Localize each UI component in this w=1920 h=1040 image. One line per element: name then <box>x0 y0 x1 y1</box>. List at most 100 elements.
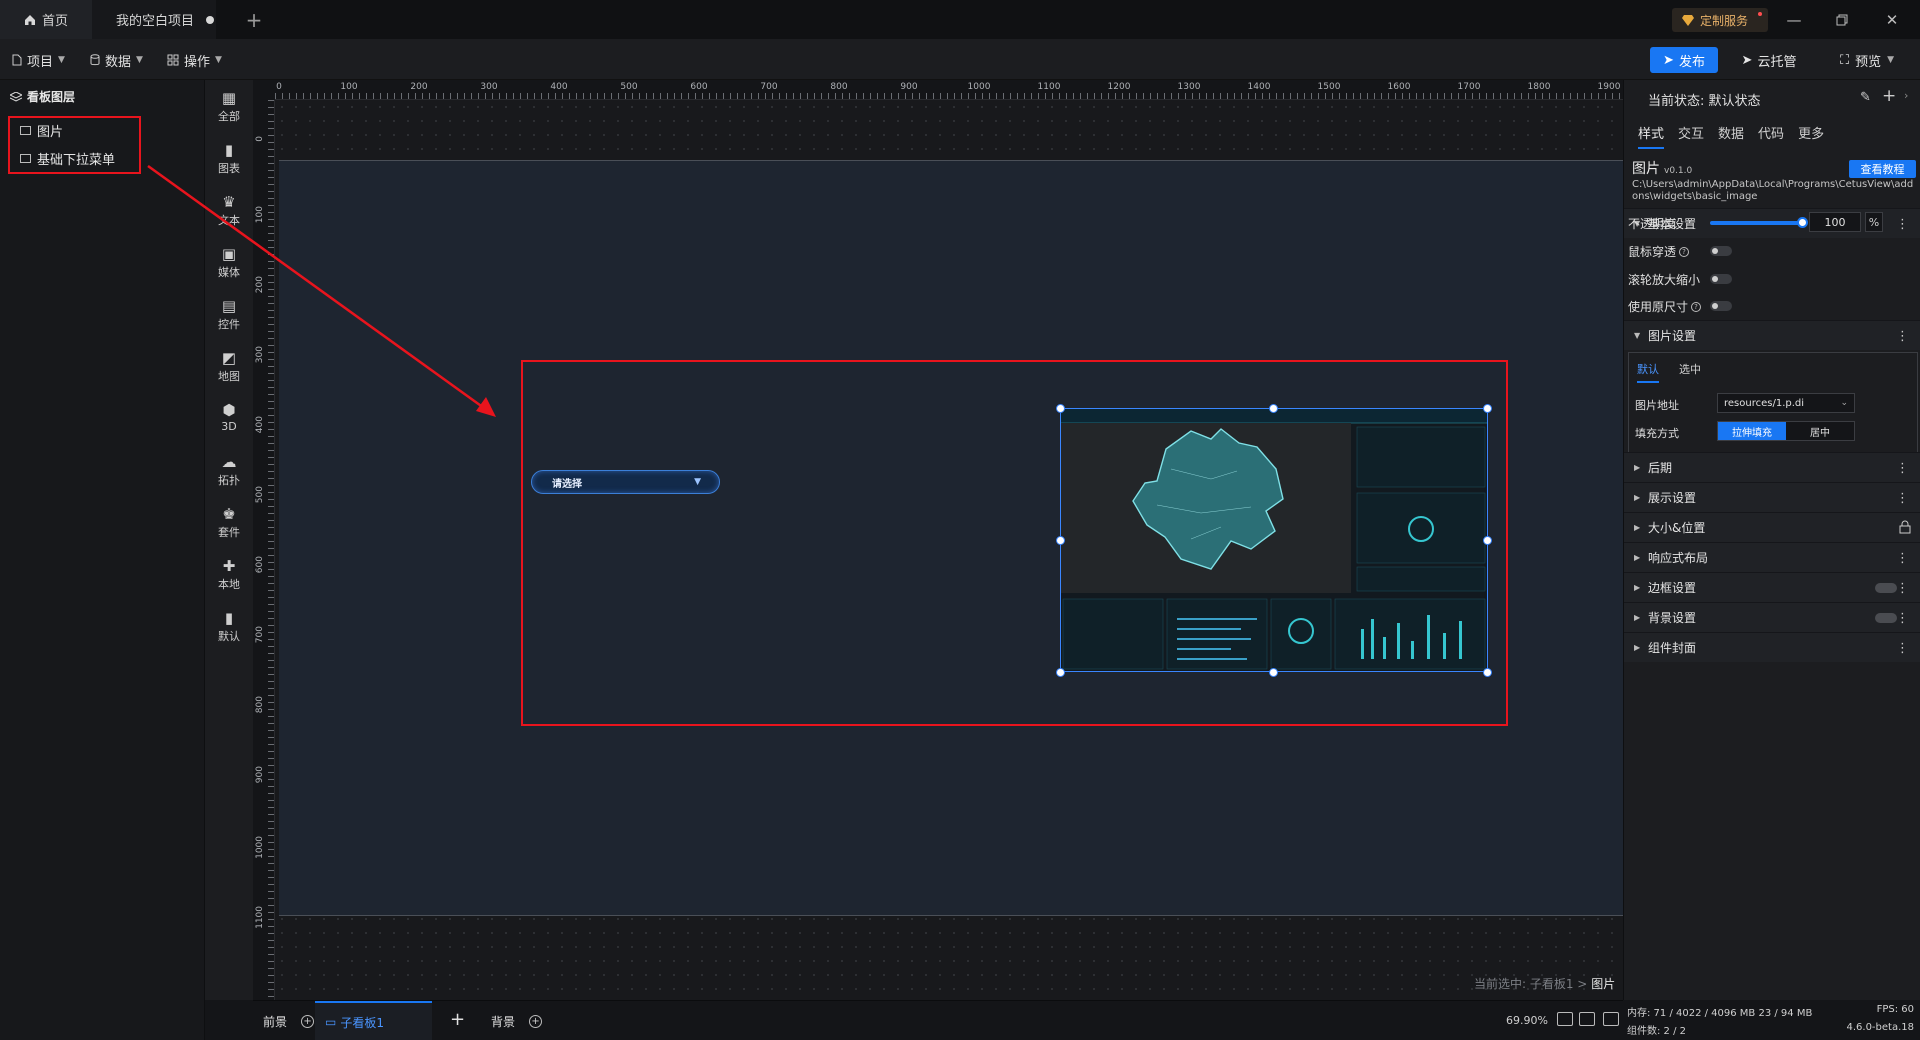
category-local[interactable]: ✚ 本地 <box>205 558 253 606</box>
more-vertical-icon[interactable]: ⋮ <box>1896 491 1909 506</box>
category-suite[interactable]: ♚ 套件 <box>205 506 253 554</box>
original-size-toggle[interactable] <box>1710 301 1732 311</box>
image-address-label: 图片地址 <box>1635 399 1679 412</box>
tab-subboard[interactable]: ▭ 子看板1 <box>315 1001 432 1040</box>
original-size-label: 使用原尺寸 <box>1628 300 1689 314</box>
image-address-select[interactable]: resources/1.p.di ⌄ <box>1717 393 1855 413</box>
tab-background[interactable]: 背景 + <box>491 1013 543 1030</box>
section-responsive[interactable]: ▶ 响应式布局 ⋮ <box>1624 542 1920 572</box>
category-text[interactable]: ♛ 文本 <box>205 194 253 242</box>
category-media[interactable]: ▣ 媒体 <box>205 246 253 294</box>
menu-data[interactable]: 数据 ▼ <box>90 50 143 70</box>
add-board-button[interactable]: + <box>450 1009 465 1030</box>
chevron-down-icon: ▼ <box>1887 55 1895 65</box>
section-post[interactable]: ▶ 后期 ⋮ <box>1624 452 1920 482</box>
category-3d[interactable]: ⬢ 3D <box>205 402 253 450</box>
menu-operate[interactable]: 操作 ▼ <box>167 50 222 70</box>
edit-icon[interactable]: ✎ <box>1860 90 1871 105</box>
ruler-label: 600 <box>690 82 708 92</box>
close-button[interactable]: ✕ <box>1878 8 1906 32</box>
chevron-right-icon[interactable]: › <box>1904 89 1908 102</box>
more-vertical-icon[interactable]: ⋮ <box>1896 581 1909 596</box>
section-border[interactable]: ▶ 边框设置 ⋮ <box>1624 572 1920 602</box>
terminal-icon[interactable] <box>1603 1012 1619 1026</box>
opacity-slider[interactable] <box>1710 217 1808 228</box>
wheel-zoom-toggle[interactable] <box>1710 274 1732 284</box>
ruler-label: 600 <box>255 556 265 574</box>
category-topology[interactable]: ☁ 拓扑 <box>205 454 253 502</box>
more-vertical-icon[interactable]: ⋮ <box>1896 217 1909 232</box>
slider-thumb[interactable] <box>1797 217 1808 228</box>
add-state-icon[interactable]: + <box>1882 86 1896 106</box>
menu-project[interactable]: 项目 ▼ <box>12 50 65 70</box>
fill-stretch-option[interactable]: 拉伸填充 <box>1718 422 1786 440</box>
tab-more[interactable]: 更多 <box>1798 123 1824 149</box>
annotation-highlight-canvas <box>521 360 1508 726</box>
preview-button[interactable]: ⛶ 预览 ▼ <box>1822 47 1912 73</box>
category-all[interactable]: ▦ 全部 <box>205 90 253 138</box>
add-tab-button[interactable]: + <box>240 0 268 39</box>
ruler-label: 0 <box>255 136 265 142</box>
publish-button[interactable]: ➤ 发布 <box>1650 47 1718 73</box>
opacity-input[interactable]: 100 <box>1809 212 1861 232</box>
diamond-icon <box>1682 14 1694 26</box>
add-circle-icon[interactable]: + <box>529 1015 543 1028</box>
fit-screen-icon[interactable] <box>1557 1012 1573 1026</box>
category-chart[interactable]: ▮ 图表 <box>205 142 253 190</box>
ruler-label: 700 <box>255 626 265 644</box>
tab-selected-state[interactable]: 选中 <box>1679 361 1701 383</box>
more-vertical-icon[interactable]: ⋮ <box>1896 551 1909 566</box>
view-tutorial-button[interactable]: 查看教程 <box>1849 160 1916 178</box>
tab-data[interactable]: 数据 <box>1718 123 1744 149</box>
current-state: 当前状态: 默认状态 <box>1648 90 1761 109</box>
ruler-label: 700 <box>760 82 778 92</box>
tab-style[interactable]: 样式 <box>1638 123 1665 149</box>
keyboard-icon[interactable] <box>1579 1012 1595 1026</box>
cloud-host-button[interactable]: ➤ 云托管 <box>1732 47 1806 73</box>
more-vertical-icon[interactable]: ⋮ <box>1896 329 1909 344</box>
section-size-position[interactable]: ▶ 大小&位置 <box>1624 512 1920 542</box>
section-image-settings[interactable]: ▼ 图片设置 ⋮ <box>1624 320 1920 350</box>
zoom-level[interactable]: 69.90% <box>1506 1014 1548 1027</box>
mouse-through-toggle[interactable] <box>1710 246 1732 256</box>
category-label: 全部 <box>218 110 240 123</box>
board-tab-bar: 前景 + ▭ 子看板1 + 背景 + 69.90% <box>253 1000 1623 1040</box>
opacity-label: 不透明度 <box>1628 217 1677 231</box>
restore-button[interactable] <box>1828 8 1856 32</box>
section-background[interactable]: ▶ 背景设置 ⋮ <box>1624 602 1920 632</box>
ruler-label: 100 <box>340 82 358 92</box>
tab-code[interactable]: 代码 <box>1758 123 1784 149</box>
tab-foreground[interactable]: 前景 + <box>263 1013 315 1030</box>
caret-down-icon: ▼ <box>1634 331 1641 340</box>
tab-home[interactable]: 首页 <box>0 0 92 39</box>
minimize-button[interactable]: — <box>1780 8 1808 32</box>
more-vertical-icon[interactable]: ⋮ <box>1896 611 1909 626</box>
tab-default-state[interactable]: 默认 <box>1637 361 1659 383</box>
section-cover[interactable]: ▶ 组件封面 ⋮ <box>1624 632 1920 662</box>
image-settings-box: 默认 选中 图片地址 resources/1.p.di ⌄ 填充方式 拉伸填充 … <box>1628 352 1918 454</box>
custom-service-button[interactable]: 定制服务 <box>1672 8 1768 32</box>
state-value: 默认状态 <box>1708 94 1761 109</box>
category-map[interactable]: ◩ 地图 <box>205 350 253 398</box>
fill-center-option[interactable]: 居中 <box>1786 422 1854 440</box>
border-toggle[interactable] <box>1875 583 1897 593</box>
tab-project[interactable]: 我的空白项目 <box>92 0 216 39</box>
more-vertical-icon[interactable]: ⋮ <box>1896 461 1909 476</box>
category-control[interactable]: ▤ 控件 <box>205 298 253 346</box>
category-default[interactable]: ▮ 默认 <box>205 610 253 658</box>
section-display[interactable]: ▶ 展示设置 ⋮ <box>1624 482 1920 512</box>
grid-icon: ▦ <box>221 89 237 107</box>
background-toggle[interactable] <box>1875 613 1897 623</box>
section-title: 背景设置 <box>1648 611 1697 625</box>
add-circle-icon[interactable]: + <box>301 1015 315 1028</box>
lock-icon[interactable] <box>1899 520 1911 534</box>
status-strip: 内存: 71 / 4022 / 4096 MB 23 / 94 MB FPS: … <box>1623 1000 1920 1040</box>
tab-interaction[interactable]: 交互 <box>1678 123 1704 149</box>
category-label: 地图 <box>218 370 240 383</box>
ruler-label: 1800 <box>1527 82 1551 92</box>
more-vertical-icon[interactable]: ⋮ <box>1896 641 1909 656</box>
help-icon[interactable]: ? <box>1691 301 1702 312</box>
ruler-label: 1400 <box>1247 82 1271 92</box>
app-version: 4.6.0-beta.18 <box>1846 1022 1914 1033</box>
help-icon[interactable]: ? <box>1679 246 1690 257</box>
